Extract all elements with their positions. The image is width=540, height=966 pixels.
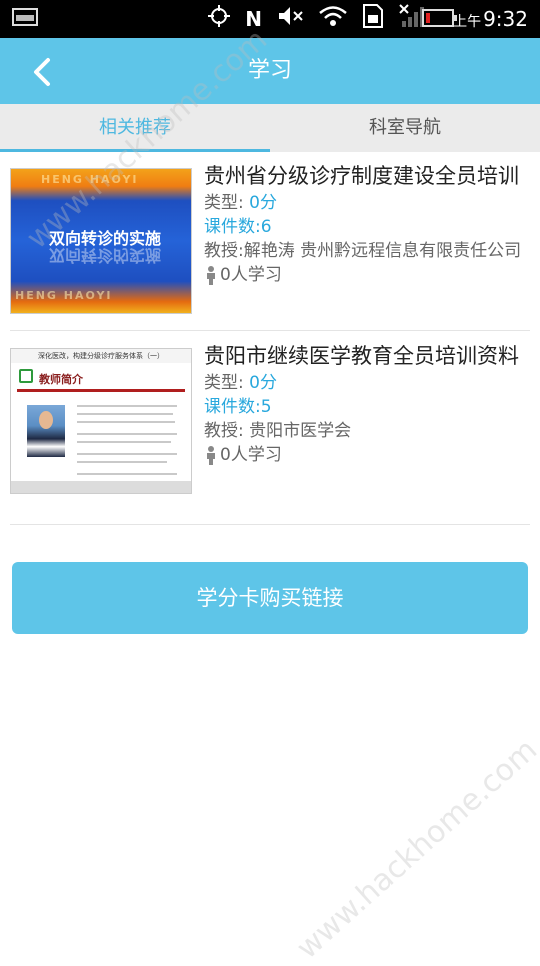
course-info: 贵州省分级诊疗制度建设全员培训 类型: 0分 课件数:6 教授:解艳涛 贵州黔远… [204, 162, 540, 287]
active-tab-indicator [0, 149, 270, 152]
tab-recommended[interactable]: 相关推荐 [0, 104, 270, 152]
course-info: 贵阳市继续医学教育全员培训资料 类型: 0分 课件数:5 教授: 贵阳市医学会 … [204, 342, 540, 467]
course-professor: 教授:解艳涛 贵州黔远程信息有限责任公司 [204, 241, 522, 261]
teacher-face [39, 411, 53, 429]
person-icon [207, 446, 215, 465]
course-credits: 0分 [249, 193, 277, 213]
thumbnail-text-line [77, 461, 167, 463]
clock: 上午 9:32 [453, 7, 528, 31]
home-icon [19, 369, 33, 383]
thumbnail-header: 深化医改，构建分级诊疗服务体系（一） [11, 349, 191, 363]
course-thumbnail[interactable]: HENG HAOYI 双向转诊的实施 双向转诊的实施 HENG HAOYI [10, 168, 192, 314]
crosshair-icon [207, 4, 231, 35]
divider [10, 330, 530, 331]
course-credits: 0分 [249, 373, 277, 393]
gallery-icon [12, 8, 38, 30]
course-title[interactable]: 贵阳市继续医学教育全员培训资料 [204, 342, 540, 371]
person-icon [207, 266, 215, 285]
player-controls [11, 481, 191, 493]
thumbnail-brand-bottom: HENG HAOYI [15, 289, 113, 302]
sim-icon [362, 3, 384, 36]
thumbnail-reflection: 双向转诊的实施 [49, 246, 162, 265]
course-type: 类型: 0分 [204, 193, 277, 213]
thumbnail-text-line [77, 433, 177, 435]
course-students: 0人学习 [204, 443, 540, 467]
buy-credit-card-button[interactable]: 学分卡购买链接 [12, 562, 528, 634]
page-title: 学习 [247, 58, 292, 83]
wifi-icon [318, 4, 348, 35]
status-bar: N 上午 9:32 [0, 0, 540, 38]
app-header: 学习 [0, 38, 540, 104]
course-title[interactable]: 贵州省分级诊疗制度建设全员培训 [204, 162, 540, 191]
thumbnail-brand: HENG HAOYI [41, 173, 139, 186]
status-icons: N [207, 3, 428, 36]
divider [10, 524, 530, 525]
course-lesson-count: 课件数:6 [204, 217, 272, 237]
course-lesson-count: 课件数:5 [204, 397, 272, 417]
course-thumbnail[interactable]: 深化医改，构建分级诊疗服务体系（一） 教师简介 [10, 348, 192, 494]
thumbnail-text-line [77, 405, 177, 407]
thumbnail-section: 教师简介 [39, 373, 83, 386]
battery-icon [422, 9, 457, 27]
thumbnail-text-line [77, 413, 173, 415]
mute-icon [276, 4, 304, 35]
thumbnail-text-line [77, 453, 177, 455]
course-students: 0人学习 [204, 263, 540, 287]
course-type: 类型: 0分 [204, 373, 277, 393]
thumbnail-text-line [77, 473, 177, 475]
thumbnail-rule [17, 389, 185, 392]
nfc-icon: N [245, 7, 262, 31]
tab-department-nav[interactable]: 科室导航 [270, 104, 540, 152]
watermark: www.hackhome.com [290, 732, 540, 966]
thumbnail-text-line [77, 441, 171, 443]
tab-bar: 相关推荐 科室导航 [0, 104, 540, 152]
thumbnail-text-line [77, 421, 175, 423]
course-professor: 教授: 贵阳市医学会 [204, 421, 352, 441]
